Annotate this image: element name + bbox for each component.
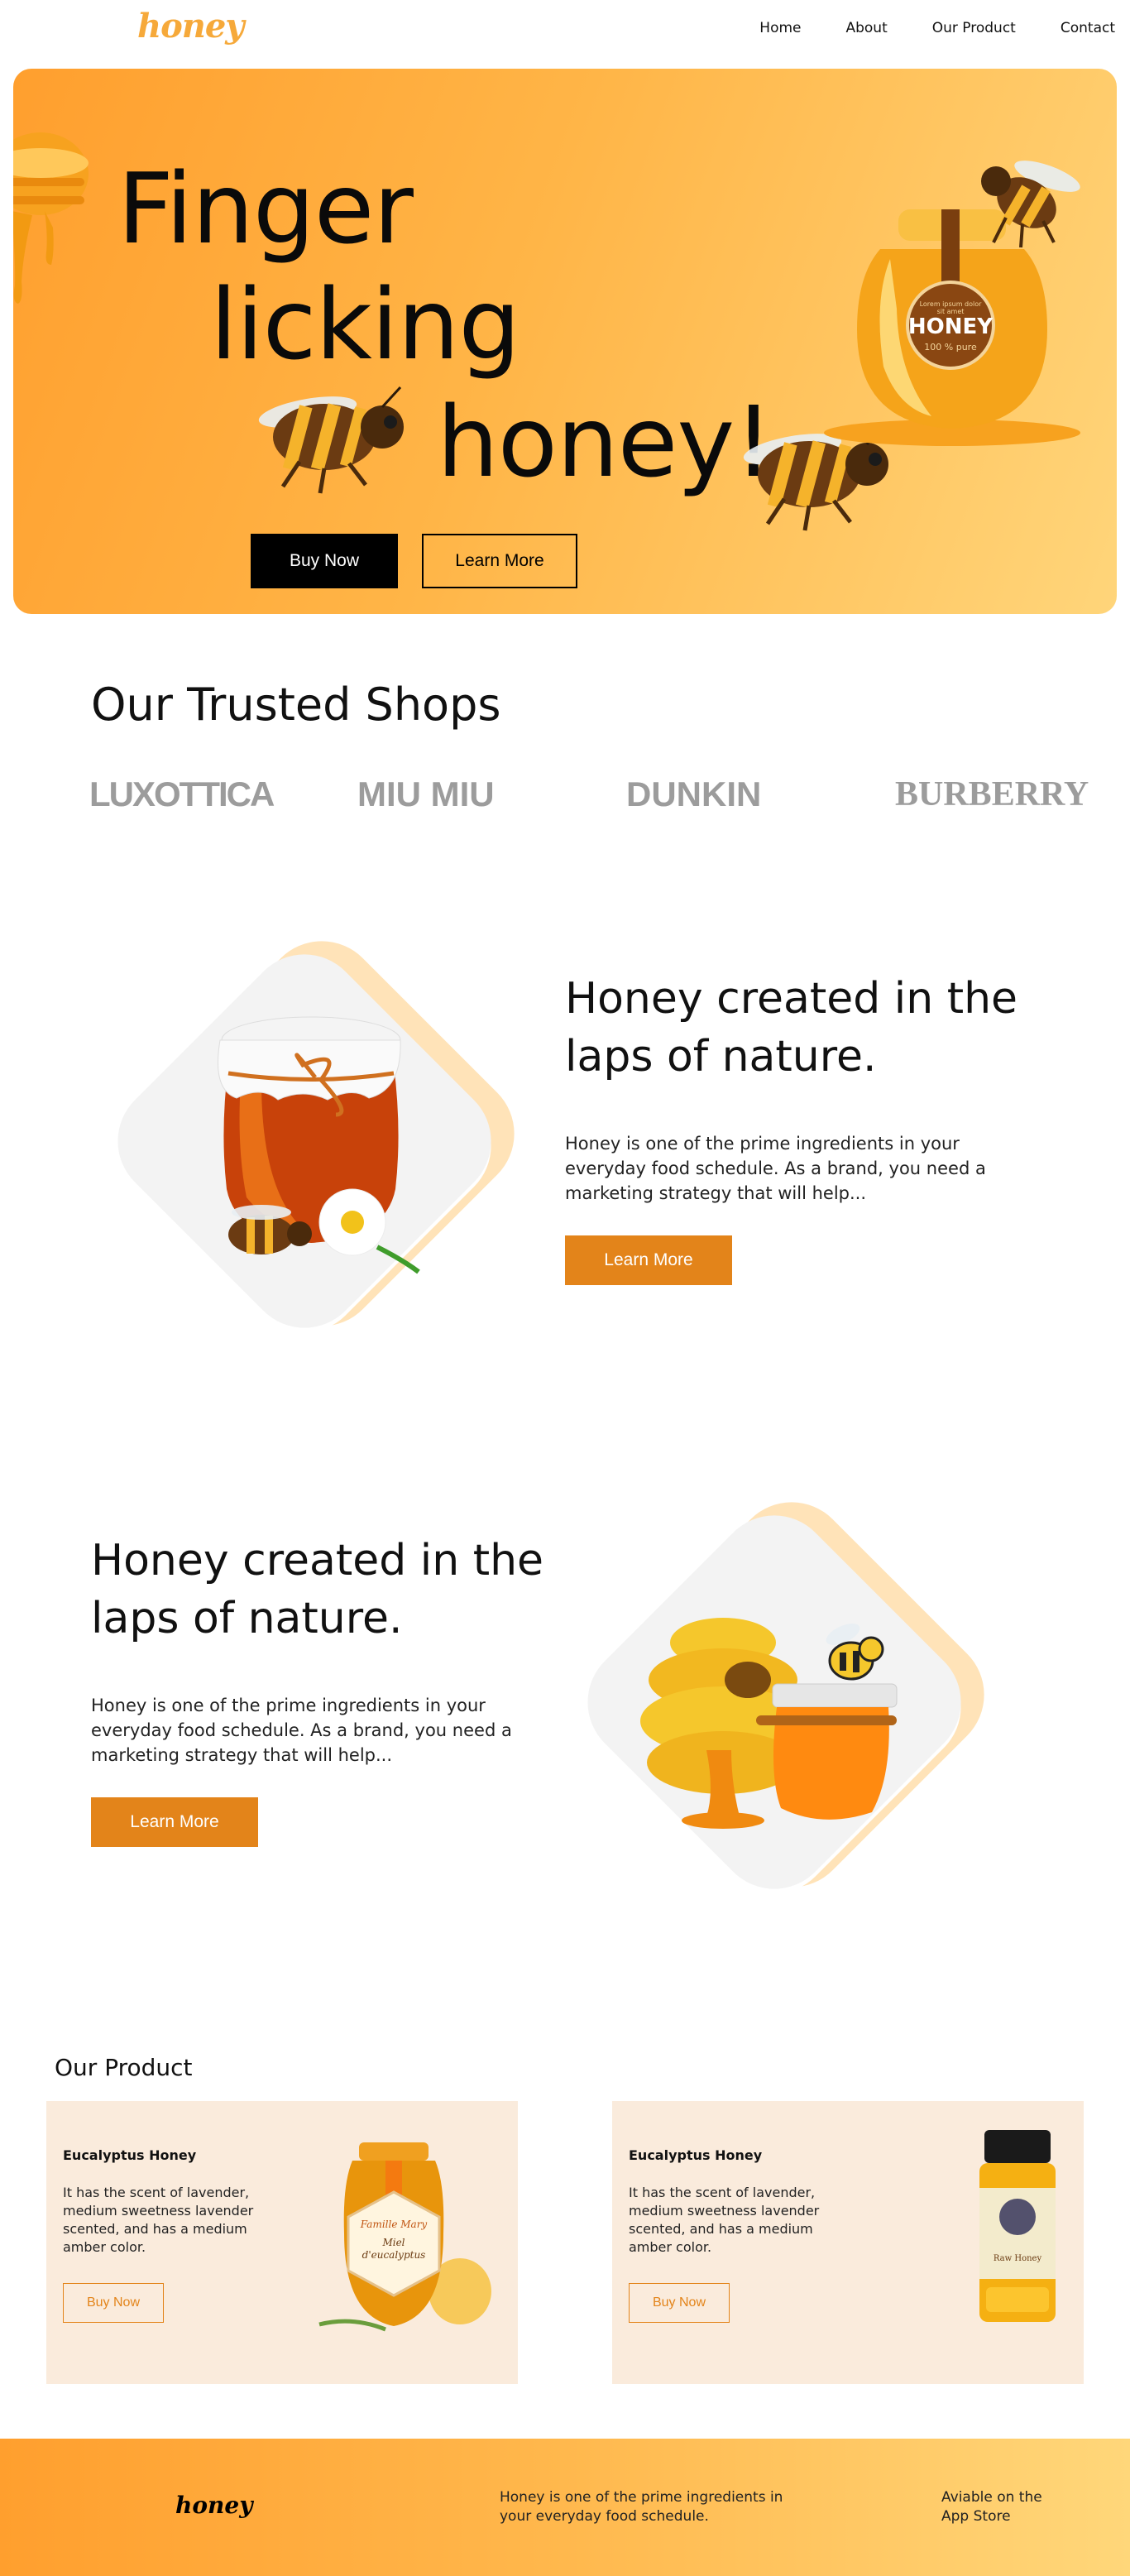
app-store-link[interactable]: Aviable on the App Store	[941, 2488, 1057, 2526]
brand-logo-luxottica: LUXOTTICA	[89, 775, 275, 813]
product-buy-now-button[interactable]: Buy Now	[629, 2283, 730, 2323]
footer: honey Honey is one of the prime ingredie…	[0, 2439, 1130, 2576]
product-title: Eucalyptus Honey	[63, 2147, 197, 2163]
hero-banner: Finger licking honey! Lorem ipsum dolor …	[13, 69, 1117, 614]
trusted-shops-title: Our Trusted Shops	[91, 679, 501, 731]
product-jar-image: Famille Mary Miel d'eucalyptus	[303, 2134, 493, 2349]
nav-link-our-product[interactable]: Our Product	[932, 20, 1016, 36]
feature-image-jar	[93, 917, 539, 1371]
product-description: It has the scent of lavender, medium swe…	[629, 2185, 820, 2255]
hero-title-line2: licking	[210, 267, 520, 381]
product-buy-now-button[interactable]: Buy Now	[63, 2283, 164, 2323]
nav-links: Home About Our Product Contact	[759, 20, 1115, 36]
brand-logo-dunkin: DUNKIN	[626, 775, 762, 813]
bee-illustration	[981, 161, 1080, 248]
product-jar-image: Raw Honey	[968, 2130, 1067, 2329]
beehive-with-jar-illustration	[640, 1618, 898, 1829]
honey-dipper-illustration	[13, 132, 89, 304]
feature1-title: Honey created in the laps of nature.	[565, 974, 1018, 1082]
buy-now-button[interactable]: Buy Now	[251, 534, 398, 588]
jar-label-sub: 100 % pure	[924, 342, 977, 353]
hero-title-line3: honey!	[437, 385, 773, 499]
product-card: Eucalyptus Honey It has the scent of lav…	[46, 2101, 518, 2384]
top-nav: honey Home About Our Product Contact	[0, 0, 1130, 60]
jar-product-label: Raw Honey	[993, 2254, 1042, 2263]
feature1-learn-more-button[interactable]: Learn More	[565, 1235, 732, 1285]
jar-label: HONEY	[907, 314, 994, 339]
brand-logo[interactable]: honey	[137, 7, 245, 46]
learn-more-button[interactable]: Learn More	[422, 534, 577, 588]
brand-logo-miu-miu: MIU MIU	[357, 775, 495, 813]
honey-jar-illustration: Lorem ipsum dolor sit amet HONEY 100 % p…	[807, 161, 1080, 449]
nav-link-home[interactable]: Home	[759, 20, 801, 36]
jar-product-label: Miel d'eucalyptus	[362, 2237, 426, 2261]
jar-brand-label: Famille Mary	[360, 2219, 428, 2230]
feature2-text: Honey is one of the prime ingredients in…	[91, 1696, 512, 1765]
jar-label-small: Lorem ipsum dolor sit amet	[919, 300, 982, 315]
brand-logo-burberry: BURBERRY	[895, 775, 1089, 813]
footer-logo[interactable]: honey	[175, 2492, 252, 2519]
product-title: Eucalyptus Honey	[629, 2147, 763, 2163]
footer-description: Honey is one of the prime ingredients in…	[500, 2489, 783, 2525]
feature2-learn-more-button[interactable]: Learn More	[91, 1797, 258, 1847]
hero-title-line1: Finger	[117, 151, 414, 266]
our-product-heading: Our Product	[55, 2054, 193, 2081]
feature-image-beehive	[563, 1478, 1008, 1932]
bee-illustration	[258, 386, 404, 494]
feature1-text: Honey is one of the prime ingredients in…	[565, 1134, 986, 1203]
product-description: It has the scent of lavender, medium swe…	[63, 2185, 254, 2255]
product-card: Eucalyptus Honey It has the scent of lav…	[612, 2101, 1084, 2384]
nav-link-about[interactable]: About	[845, 20, 887, 36]
nav-link-contact[interactable]: Contact	[1061, 20, 1115, 36]
honey-jar-with-flower-illustration	[218, 1016, 420, 1274]
feature2-title: Honey created in the laps of nature.	[91, 1536, 544, 1643]
